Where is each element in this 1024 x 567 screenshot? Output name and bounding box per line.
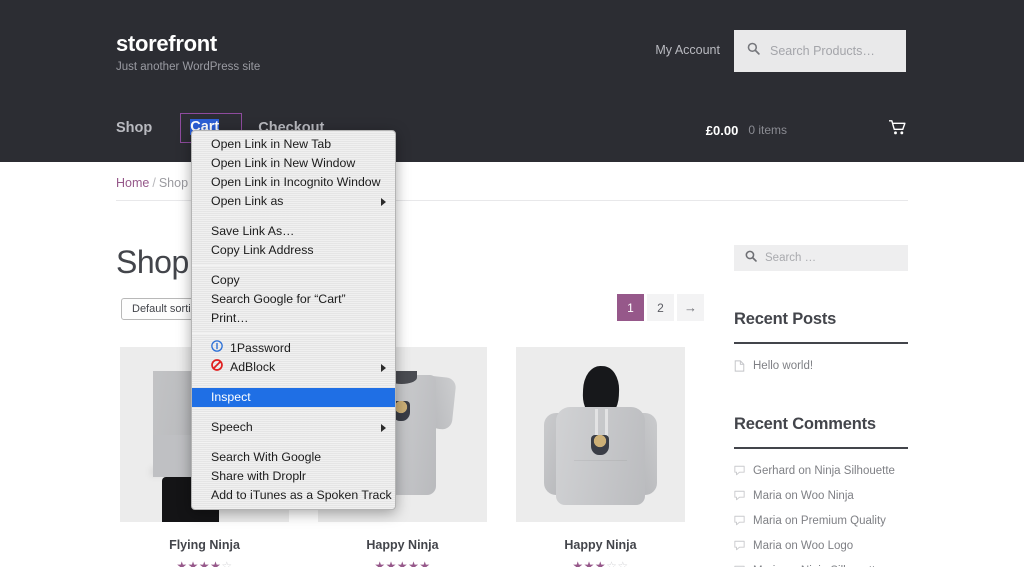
menu-divider <box>192 382 395 383</box>
cart-summary[interactable]: £0.00 0 items <box>706 120 906 140</box>
comment-icon <box>734 465 745 480</box>
nav-item-shop[interactable]: Shop <box>116 117 180 143</box>
recent-comments-list: Gerhard on Ninja Silhouette Maria on Woo… <box>734 464 908 567</box>
pagination: 1 2 → <box>617 294 704 321</box>
content-area: Home / Shop Shop Default sorting 1 2 → Fl <box>0 162 1024 567</box>
site-branding[interactable]: storefront Just another WordPress site <box>116 31 260 75</box>
page-title: Shop <box>116 244 189 280</box>
breadcrumb-home[interactable]: Home <box>116 176 149 190</box>
comment-icon <box>734 540 745 555</box>
ctx-share-with-droplr[interactable]: Share with Droplr <box>192 467 395 486</box>
list-item-label[interactable]: Maria on Premium Quality <box>753 514 886 528</box>
pagination-next-button[interactable]: → <box>677 294 704 321</box>
site-tagline: Just another WordPress site <box>116 61 261 73</box>
browser-context-menu[interactable]: Open Link in New Tab Open Link in New Wi… <box>191 130 396 510</box>
product-search-input[interactable] <box>770 44 898 58</box>
shopping-cart-icon[interactable] <box>888 120 906 140</box>
list-item-label[interactable]: Hello world! <box>753 359 813 373</box>
widget-divider <box>734 447 908 449</box>
ctx-inspect[interactable]: Inspect <box>192 388 395 407</box>
list-item-label[interactable]: Maria on Woo Ninja <box>753 489 854 503</box>
document-icon <box>734 360 745 376</box>
menu-divider <box>192 333 395 334</box>
widget-recent-comments: Recent Comments Gerhard on Ninja Silhoue… <box>734 415 908 567</box>
my-account-link[interactable]: My Account <box>655 43 720 57</box>
product-rating: ★★★★☆ <box>176 559 233 567</box>
ctx-search-google-for[interactable]: Search Google for “Cart” <box>192 290 395 309</box>
ctx-speech[interactable]: Speech <box>192 418 395 437</box>
ctx-open-link-new-window[interactable]: Open Link in New Window <box>192 154 395 173</box>
list-item[interactable]: Maria on Woo Ninja <box>734 489 908 505</box>
ctx-open-link-new-tab[interactable]: Open Link in New Tab <box>192 135 395 154</box>
widget-recent-posts: Recent Posts Hello world! <box>734 310 908 385</box>
list-item[interactable]: Maria on Woo Logo <box>734 539 908 555</box>
comment-icon <box>734 490 745 505</box>
ctx-1password-label: 1Password <box>230 341 291 355</box>
list-item[interactable]: Hello world! <box>734 359 908 376</box>
product-search-form[interactable] <box>734 30 906 72</box>
sidebar-search-form[interactable] <box>734 245 908 271</box>
pagination-page-1[interactable]: 1 <box>617 294 644 321</box>
ctx-save-link-as[interactable]: Save Link As… <box>192 222 395 241</box>
comment-icon <box>734 515 745 530</box>
ctx-copy[interactable]: Copy <box>192 271 395 290</box>
product-title: Happy Ninja <box>366 538 439 552</box>
widget-title: Recent Comments <box>734 415 876 433</box>
site-title: storefront <box>116 31 217 56</box>
menu-divider <box>192 412 395 413</box>
pagination-page-2[interactable]: 2 <box>647 294 674 321</box>
breadcrumb-separator: / <box>152 176 156 190</box>
ctx-print[interactable]: Print… <box>192 309 395 328</box>
chevron-right-icon <box>381 197 386 206</box>
list-item[interactable]: Gerhard on Ninja Silhouette <box>734 464 908 480</box>
search-icon <box>747 42 760 60</box>
search-icon <box>745 249 757 267</box>
ctx-adblock[interactable]: AdBlock <box>192 358 395 377</box>
ctx-speech-label: Speech <box>211 420 253 434</box>
product-title: Flying Ninja <box>169 538 240 552</box>
ctx-open-link-as[interactable]: Open Link as <box>192 192 395 211</box>
menu-divider <box>192 216 395 217</box>
chevron-right-icon <box>381 363 386 372</box>
ctx-copy-link-address[interactable]: Copy Link Address <box>192 241 395 260</box>
cart-total: £0.00 <box>705 122 739 138</box>
ctx-search-with-google[interactable]: Search With Google <box>192 448 395 467</box>
product-rating: ★★★★★ <box>374 559 431 567</box>
widget-divider <box>734 342 908 344</box>
product-title: Happy Ninja <box>564 538 637 552</box>
ctx-adblock-label: AdBlock <box>230 360 276 374</box>
product-rating: ★★★☆☆ <box>572 559 629 567</box>
site-header: storefront Just another WordPress site M… <box>0 0 1024 162</box>
breadcrumb: Home / Shop <box>116 176 188 190</box>
page-root: storefront Just another WordPress site M… <box>0 0 1024 567</box>
onepassword-icon <box>211 340 223 356</box>
menu-divider <box>192 442 395 443</box>
chevron-right-icon <box>381 423 386 432</box>
product-card[interactable]: Happy Ninja ★★★☆☆ <box>516 347 685 567</box>
product-image-happy-ninja-hoodie[interactable] <box>516 347 685 522</box>
ctx-open-link-as-label: Open Link as <box>211 194 284 208</box>
widget-title: Recent Posts <box>734 310 837 328</box>
cart-item-count: 0 items <box>748 123 787 137</box>
list-item-label[interactable]: Maria on Woo Logo <box>753 539 853 553</box>
breadcrumb-current: Shop <box>158 176 189 190</box>
ctx-add-to-itunes[interactable]: Add to iTunes as a Spoken Track <box>192 486 395 505</box>
ctx-open-link-incognito[interactable]: Open Link in Incognito Window <box>192 173 395 192</box>
list-item[interactable]: Maria on Premium Quality <box>734 514 908 530</box>
ctx-1password[interactable]: 1Password <box>192 339 395 358</box>
sidebar-search-input[interactable] <box>765 252 893 264</box>
list-item-label[interactable]: Gerhard on Ninja Silhouette <box>753 464 895 478</box>
adblock-icon <box>211 359 223 375</box>
menu-divider <box>192 265 395 266</box>
recent-posts-list: Hello world! <box>734 359 908 376</box>
